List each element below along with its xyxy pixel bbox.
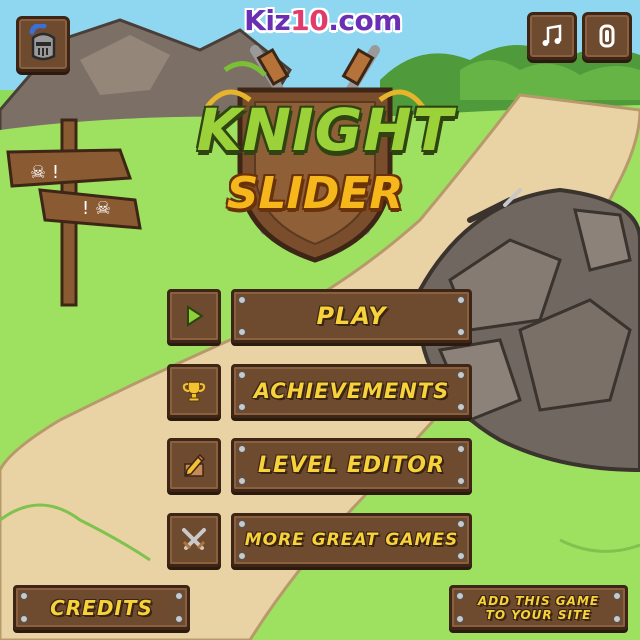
sound-toggle-button[interactable] [582, 12, 632, 60]
game-title-line2: SLIDER [226, 168, 404, 219]
level-editor-button-label: LEVEL EDITOR [258, 452, 445, 478]
more-games-icon-button[interactable] [167, 513, 221, 567]
music-note-icon [542, 24, 562, 46]
achievements-button-label: ACHIEVEMENTS [253, 379, 450, 403]
svg-text:! ☠: ! ☠ [82, 198, 111, 219]
trophy-icon [182, 381, 206, 402]
more-games-button[interactable]: MORE GREAT GAMES [231, 513, 472, 567]
credits-button[interactable]: CREDITS [13, 585, 190, 630]
credits-button-label: CREDITS [50, 595, 153, 620]
add-game-line1: ADD THIS GAME [477, 593, 600, 608]
more-games-button-label: MORE GREAT GAMES [244, 530, 459, 550]
game-menu-screen: ☠ ! ! ☠ Kiz10.com KNIGHT SLIDER PLAY ACH… [0, 0, 640, 640]
brand-name-part: Kiz [244, 4, 291, 37]
add-game-line2: TO YOUR SITE [485, 607, 592, 622]
play-button[interactable]: PLAY [231, 289, 472, 343]
brand-name-number: 10 [290, 4, 329, 37]
achievements-button[interactable]: ACHIEVEMENTS [231, 364, 472, 418]
achievements-icon-button[interactable] [167, 364, 221, 418]
play-icon-button[interactable] [167, 289, 221, 343]
crossed-swords-icon [182, 528, 206, 550]
svg-text:☠ !: ☠ ! [30, 162, 59, 183]
play-triangle-icon [187, 305, 204, 327]
brand-name-domain: .com [328, 4, 402, 37]
sound-icon [599, 24, 615, 48]
play-button-label: PLAY [316, 302, 387, 330]
level-editor-icon-button[interactable] [167, 438, 221, 492]
knight-helmet-icon [29, 24, 56, 61]
music-toggle-button[interactable] [527, 12, 577, 60]
pencil-icon [184, 453, 206, 477]
game-title-line1: KNIGHT [196, 96, 454, 164]
profile-button[interactable] [16, 16, 70, 72]
brand-logo[interactable]: Kiz10.com [233, 4, 413, 37]
add-game-button[interactable]: ADD THIS GAME TO YOUR SITE [449, 585, 628, 630]
level-editor-button[interactable]: LEVEL EDITOR [231, 438, 472, 492]
